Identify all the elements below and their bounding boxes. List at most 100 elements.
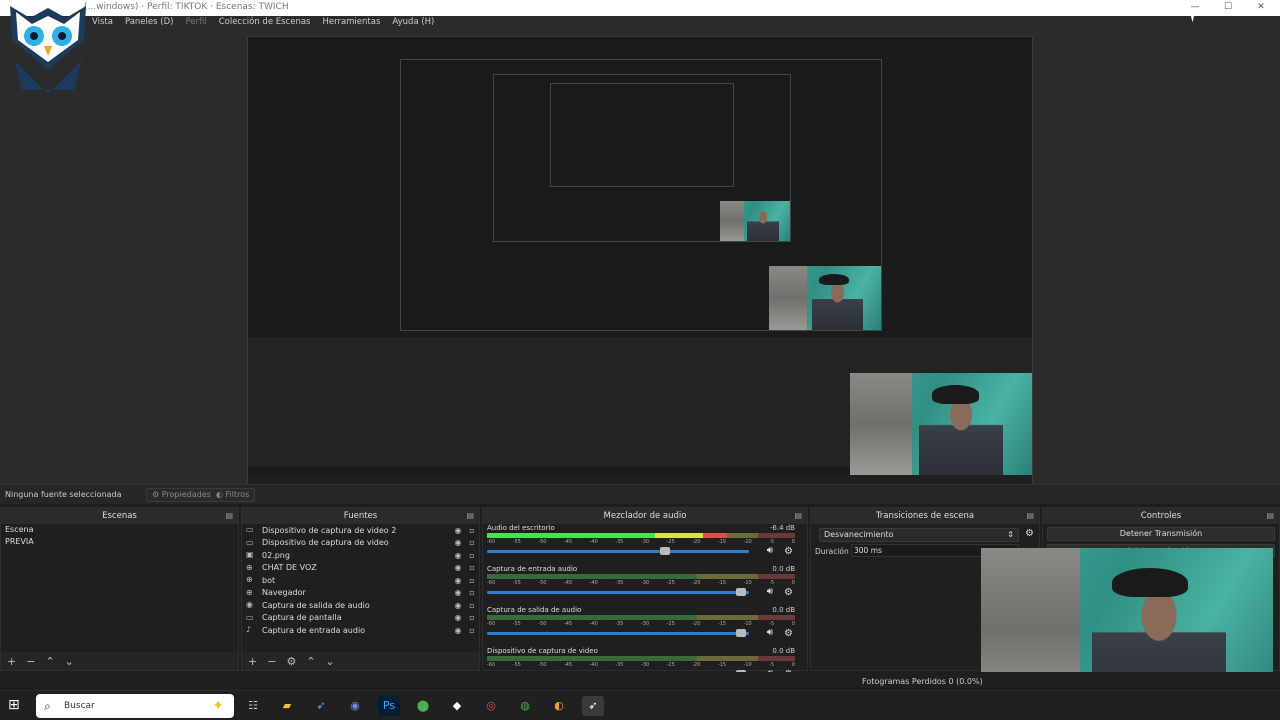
remove-icon[interactable]: −: [267, 655, 276, 668]
xbox-icon[interactable]: ⬤: [412, 696, 434, 716]
filters-label: Filtros: [225, 490, 250, 499]
transitions-header: Transiciones de escena ▤: [811, 508, 1039, 524]
speaker-icon[interactable]: 🔊︎: [767, 545, 773, 556]
lock-icon[interactable]: ▫: [465, 563, 479, 572]
source-item[interactable]: ⊕ CHAT DE VOZ ◉ ▫: [242, 562, 479, 575]
move-down-icon[interactable]: ⌄: [326, 655, 335, 668]
eye-icon[interactable]: ◉: [451, 526, 465, 535]
move-up-icon[interactable]: ⌃: [45, 655, 54, 668]
volume-slider[interactable]: [487, 588, 749, 596]
menu-paneles[interactable]: Paneles (D): [125, 17, 173, 27]
obs-icon[interactable]: ◎: [480, 696, 502, 716]
source-item[interactable]: ♪ Captura de entrada audio ◉ ▫: [242, 624, 479, 637]
chevron-down-icon: ⇕: [1007, 530, 1014, 539]
file-explorer-icon[interactable]: ▰: [276, 696, 298, 716]
taskbar-search[interactable]: ⌕ Buscar ✦: [36, 694, 234, 718]
duration-label: Duración: [815, 547, 849, 556]
windows-start-icon[interactable]: ⊞: [8, 697, 20, 713]
menu-vista[interactable]: Vista: [92, 17, 113, 27]
scene-item[interactable]: PREVIA: [1, 536, 238, 548]
menu-perfil[interactable]: Perfil: [185, 17, 206, 27]
meter-tick: -10: [743, 662, 752, 668]
speaker-icon[interactable]: 🔊︎: [767, 627, 773, 638]
steam-icon[interactable]: ➶: [310, 696, 332, 716]
source-item[interactable]: ◉ Captura de salida de audio ◉ ▫: [242, 599, 479, 612]
stop-stream-button[interactable]: Detener Transmisión: [1047, 527, 1275, 541]
eye-icon[interactable]: ◉: [451, 588, 465, 597]
preview-area[interactable]: [0, 16, 1280, 494]
source-item[interactable]: ⊕ Navegador ◉ ▫: [242, 587, 479, 600]
lock-icon[interactable]: ▫: [465, 613, 479, 622]
source-type-icon: ♪: [246, 625, 252, 635]
lock-icon[interactable]: ▫: [465, 588, 479, 597]
dock-float-icon[interactable]: ▤: [794, 508, 802, 524]
preview-canvas[interactable]: [247, 36, 1033, 494]
steam-active-icon[interactable]: ➶: [582, 696, 604, 716]
eye-icon[interactable]: ◉: [451, 626, 465, 635]
transition-select[interactable]: Desvanecimiento ⇕: [819, 528, 1019, 542]
meter-tick: -45: [563, 621, 573, 627]
slider-knob[interactable]: [660, 547, 671, 555]
speaker-icon[interactable]: 🔊︎: [767, 586, 773, 597]
add-icon[interactable]: +: [7, 655, 16, 668]
source-item[interactable]: ▭ Dispositivo de captura de video ◉ ▫: [242, 537, 479, 550]
lock-icon[interactable]: ▫: [465, 526, 479, 535]
dock-float-icon[interactable]: ▤: [225, 508, 233, 524]
slider-knob[interactable]: [736, 588, 747, 596]
source-item[interactable]: ⊕ bot ◉ ▫: [242, 574, 479, 587]
gear-icon[interactable]: ⚙: [784, 628, 793, 639]
source-item[interactable]: ▭ Captura de pantalla ◉ ▫: [242, 612, 479, 625]
menu-ayuda[interactable]: Ayuda (H): [392, 17, 434, 27]
gear-icon[interactable]: ⚙: [1025, 528, 1034, 539]
discord-icon[interactable]: ◉: [344, 696, 366, 716]
slider-knob[interactable]: [736, 629, 747, 637]
move-up-icon[interactable]: ⌃: [306, 655, 315, 668]
dock-float-icon[interactable]: ▤: [466, 508, 474, 524]
status-bar: Fotogramas Perdidos 0 (0.0%): [0, 672, 1280, 690]
scene-item[interactable]: Escena: [1, 524, 238, 536]
filters-button[interactable]: ◐ Filtros: [210, 488, 256, 502]
lock-icon[interactable]: ▫: [465, 551, 479, 560]
lock-icon[interactable]: ▫: [465, 576, 479, 585]
lock-icon[interactable]: ▫: [465, 538, 479, 547]
add-icon[interactable]: +: [248, 655, 257, 668]
source-list: ▭ Dispositivo de captura de video 2 ◉ ▫ ▭ Dis…: [242, 524, 479, 637]
gear-icon[interactable]: ⚙: [784, 546, 793, 557]
meter-tick: -20: [692, 580, 701, 586]
menu-herramientas[interactable]: Herramientas: [322, 17, 380, 27]
eye-icon[interactable]: ◉: [451, 613, 465, 622]
volume-slider[interactable]: [487, 547, 749, 555]
mixer-track: Audio del escritorio -6.4 dB -60 -55 -50 -45 -…: [483, 524, 807, 565]
photoshop-icon[interactable]: Ps: [378, 696, 400, 716]
task-view-icon[interactable]: ☷: [242, 696, 264, 716]
game-icon[interactable]: ◐: [548, 696, 570, 716]
eye-icon[interactable]: ◉: [451, 538, 465, 547]
webcam-nested: [769, 266, 881, 330]
source-item[interactable]: ▭ Dispositivo de captura de video 2 ◉ ▫: [242, 524, 479, 537]
gear-icon[interactable]: ⚙: [286, 655, 296, 668]
volume-meter: [487, 574, 795, 579]
lock-icon[interactable]: ▫: [465, 626, 479, 635]
source-item[interactable]: ▣ 02.png ◉ ▫: [242, 549, 479, 562]
mixer-tracks: Audio del escritorio -6.4 dB -60 -55 -50 -45 -…: [483, 524, 807, 688]
track-name: Captura de salida de audio: [487, 606, 582, 614]
meter-tick: -45: [563, 539, 573, 545]
app-icon[interactable]: ◆: [446, 696, 468, 716]
eye-icon[interactable]: ◉: [451, 551, 465, 560]
chrome-icon[interactable]: ◍: [514, 696, 536, 716]
meter-ticks: -60 -55 -50 -45 -40 -35 -30 -25 -20 -15 -10 -5 0: [487, 580, 795, 586]
search-icon: ⌕: [44, 699, 51, 713]
gear-icon[interactable]: ⚙: [784, 587, 793, 598]
properties-button[interactable]: ⚙ Propiedades: [146, 488, 217, 502]
dock-float-icon[interactable]: ▤: [1266, 508, 1274, 524]
eye-icon[interactable]: ◉: [451, 576, 465, 585]
move-down-icon[interactable]: ⌄: [65, 655, 74, 668]
dock-float-icon[interactable]: ▤: [1026, 508, 1034, 524]
eye-icon[interactable]: ◉: [451, 563, 465, 572]
remove-icon[interactable]: −: [26, 655, 35, 668]
menu-coleccion[interactable]: Colección de Escenas: [219, 17, 311, 27]
lock-icon[interactable]: ▫: [465, 601, 479, 610]
eye-icon[interactable]: ◉: [451, 601, 465, 610]
source-label: CHAT DE VOZ: [262, 563, 317, 573]
volume-slider[interactable]: [487, 629, 749, 637]
